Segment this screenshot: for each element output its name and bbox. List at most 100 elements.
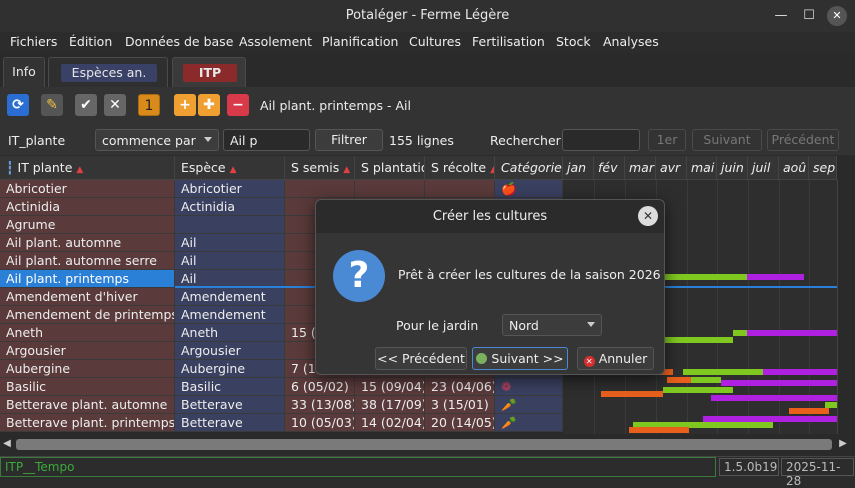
create-cultures-dialog: Créer les cultures ✕ ? Prêt à créer les … [315,199,665,375]
question-icon: ? [333,250,385,302]
column-header-label: IT plante [17,160,73,175]
column-header-s-semis[interactable]: S semis ▲ [285,156,355,180]
date-label: 2025-11-28 [781,458,854,488]
month-header: sep [809,156,837,180]
duplicate-row-icon[interactable]: ✚ [198,94,220,116]
column-header-s-plantation[interactable]: S plantation [355,156,425,180]
cell-it-plante: Aubergine [0,360,175,378]
cell-espece: Aneth [175,324,285,342]
cell-s-semis: 33 (13/08) [285,396,355,414]
tab-especes-an-label: Espèces an. [61,64,157,82]
toolbar: ⟳ ✎ ✔ ✕ 1 + ✚ − Ail plant. printemps - A… [0,87,855,125]
filter-mode-combo[interactable]: commence par [95,129,219,151]
scrollbar-thumb[interactable] [16,439,832,450]
dialog-title: Créer les cultures [316,200,664,233]
maximize-icon[interactable]: ☐ [799,6,819,26]
cell-it-plante: Basilic [0,378,175,396]
key-icon: ┇ [6,160,14,175]
minimize-icon[interactable]: — [771,6,791,26]
column-header-label: S récolte [431,160,487,175]
row-counter: 1 [138,94,160,116]
garden-select[interactable]: Nord [502,314,602,336]
month-header: aoû [779,156,809,180]
filter-button[interactable]: Filtrer [315,129,383,151]
search-next-button[interactable]: Suivant [692,129,762,151]
table-row[interactable]: Abricotier Abricotier 🍎 [0,180,855,198]
cell-espece: Abricotier [175,180,285,198]
close-icon[interactable]: ✕ [827,6,847,26]
cell-s-semis: 6 (05/02) [285,378,355,396]
month-header: juin [717,156,748,180]
tab-itp[interactable]: ITP [172,57,246,87]
menu-cultures[interactable]: Cultures [409,34,461,49]
table-row[interactable]: Betterave plant. automne Betterave 33 (1… [0,396,855,414]
menu-fertilisation[interactable]: Fertilisation [472,34,545,49]
table-row[interactable]: Betterave plant. printemps Betterave 10 … [0,414,855,432]
cell-s-plantation: 14 (02/04) [355,414,425,432]
scroll-left-icon[interactable]: ◀ [0,437,14,451]
cell-it-plante: Agrume [0,216,175,234]
cell-it-plante: Betterave plant. printemps [0,414,175,432]
cell-it-plante: Actinidia [0,198,175,216]
add-row-icon[interactable]: + [174,94,196,116]
column-header-espece[interactable]: Espèce ▲ [175,156,285,180]
search-input[interactable] [562,129,640,151]
month-header: jan [563,156,594,180]
column-header-label: Espèce [181,160,226,175]
cancel-button[interactable]: ✕ Annuler [577,347,654,370]
delete-row-icon[interactable]: − [227,94,249,116]
next-circle-icon [476,353,488,364]
menu-edition[interactable]: Édition [69,34,112,49]
rollback-cross-icon[interactable]: ✕ [104,94,126,116]
cell-espece: Actinidia [175,198,285,216]
tab-bar: Info Espèces an. ITP [0,53,855,87]
column-header-it-plante[interactable]: ┇ IT plante ▲ [0,156,175,180]
previous-button[interactable]: << Précédent [375,347,467,370]
cell-categories: 🥕 [495,414,563,432]
month-header: mai [687,156,717,180]
row-count: 155 lignes [389,133,454,148]
column-header-label: S plantation [361,160,424,175]
cell-espece: Betterave [175,396,285,414]
cell-espece [175,216,285,234]
tab-info[interactable]: Info [3,57,45,87]
dialog-close-icon[interactable]: ✕ [638,206,658,226]
month-header: juil [748,156,779,180]
menu-assolement[interactable]: Assolement [239,34,312,49]
sort-arrow-icon: ▲ [229,165,237,175]
cell-categories: 🥕 [495,396,563,414]
cell-it-plante: Argousier [0,342,175,360]
cell-s-plantation [355,180,425,198]
scroll-right-icon[interactable]: ▶ [836,437,850,451]
search-previous-button[interactable]: Précédent [767,129,839,151]
menu-fichiers[interactable]: Fichiers [10,34,57,49]
pencil-icon[interactable]: ✎ [41,94,63,116]
column-header-categories[interactable]: Catégories [495,156,563,180]
menu-analyses[interactable]: Analyses [603,34,659,49]
menu-planification[interactable]: Planification [322,34,398,49]
cell-espece: Argousier [175,342,285,360]
next-button[interactable]: Suivant >> [472,347,568,370]
window-title: Potaléger - Ferme Légère [345,8,510,23]
cell-it-plante: Ail plant. automne [0,234,175,252]
cell-s-recolte: 20 (14/05) [425,414,495,432]
horizontal-scrollbar[interactable]: ◀ ▶ [0,434,855,456]
column-header-s-recolte[interactable]: S récolte▲ [425,156,495,180]
cell-s-recolte: 23 (04/06) [425,378,495,396]
cell-s-semis: 10 (05/03) [285,414,355,432]
month-header: mar [625,156,656,180]
refresh-icon[interactable]: ⟳ [7,94,29,116]
table-row[interactable]: Basilic Basilic 6 (05/02) 15 (09/04) 23 … [0,378,855,396]
tab-especes-an[interactable]: Espèces an. [48,57,168,87]
menu-bar: Fichiers Édition Données de base Assolem… [0,32,855,52]
search-first-button[interactable]: 1er [648,129,686,151]
menu-donnees-de-base[interactable]: Données de base [125,34,233,49]
commit-check-icon[interactable]: ✔ [75,94,97,116]
menu-stock[interactable]: Stock [556,34,591,49]
cell-it-plante: Ail plant. automne serre [0,252,175,270]
filter-mode-value: commence par [102,133,196,148]
filter-value-input[interactable]: Ail p [223,129,310,151]
vertical-scrollbar[interactable] [837,180,855,456]
filter-bar: IT_plante commence par Ail p Filtrer 155… [0,125,855,155]
cell-s-plantation: 38 (17/09) [355,396,425,414]
